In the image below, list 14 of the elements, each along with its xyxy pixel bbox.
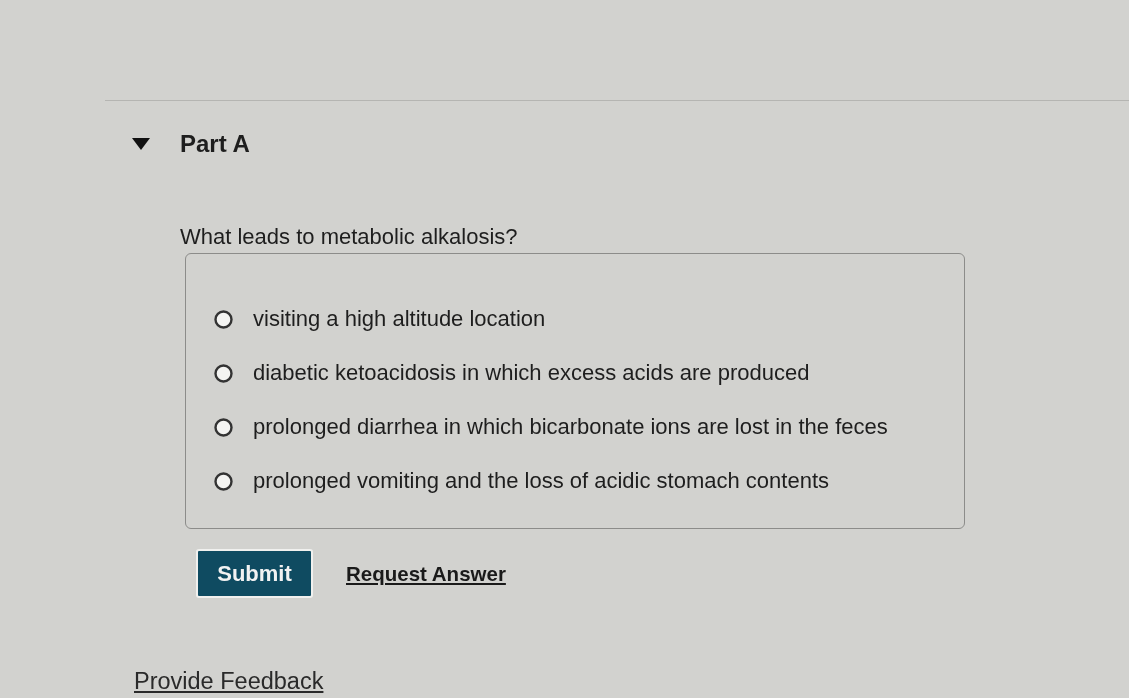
option-label[interactable]: prolonged vomiting and the loss of acidic stomach contents: [253, 468, 829, 494]
radio-button[interactable]: [214, 417, 233, 437]
provide-feedback-link[interactable]: Provide Feedback: [134, 668, 324, 695]
radio-button[interactable]: [214, 363, 233, 383]
caret-icon[interactable]: [132, 138, 150, 150]
part-title: Part A: [180, 130, 250, 158]
radio-button[interactable]: [214, 471, 233, 491]
radio-button[interactable]: [214, 309, 233, 329]
question-text: What leads to metabolic alkalosis?: [180, 224, 518, 250]
option-label[interactable]: prolonged diarrhea in which bicarbonate ions are lost in the feces: [253, 414, 888, 440]
option-label[interactable]: visiting a high altitude location: [253, 306, 546, 332]
request-answer-link[interactable]: Request Answer: [346, 561, 506, 586]
submit-button[interactable]: Submit: [196, 549, 313, 598]
option-label[interactable]: diabetic ketoacidosis in which excess acids are produced: [253, 360, 810, 386]
